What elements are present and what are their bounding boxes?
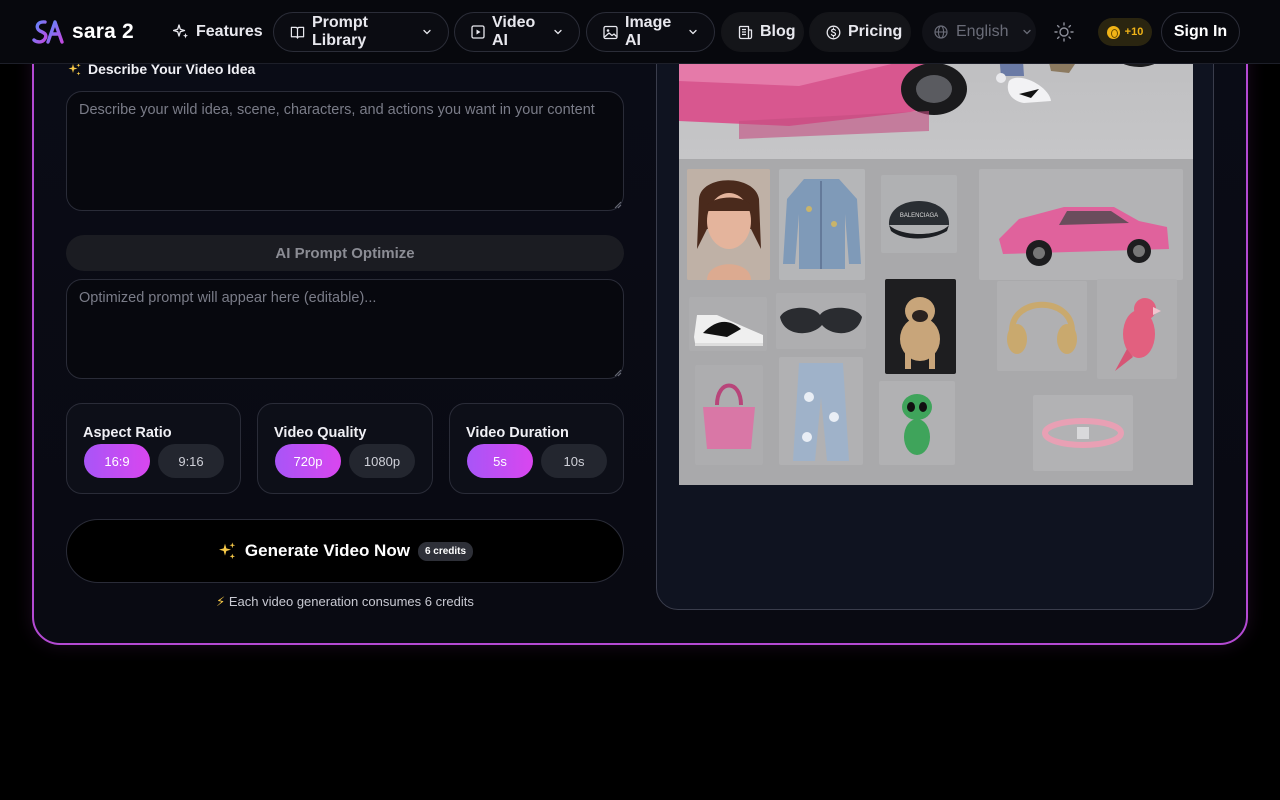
video-icon (471, 25, 485, 39)
nav-image-ai[interactable]: Image AI (586, 12, 715, 52)
book-icon (290, 26, 305, 39)
brand-logo[interactable]: sara 2 (32, 18, 134, 46)
chevron-down-icon (689, 29, 697, 35)
generate-credits-badge: 6 credits (417, 541, 474, 561)
video-duration-option-5s[interactable]: 5s (467, 444, 533, 478)
sparkle-icon (173, 24, 188, 39)
parrot-image (1097, 279, 1177, 379)
pet-collar-image (1033, 395, 1133, 471)
nav-blog[interactable]: Blog (721, 12, 804, 52)
top-nav-bar: sara 2 Features Prompt Library Video AI … (0, 0, 1280, 64)
optimized-prompt-input[interactable] (66, 279, 624, 379)
nav-prompt-library-label: Prompt Library (312, 14, 368, 49)
newspaper-icon (738, 25, 753, 39)
jeans-image (779, 357, 863, 465)
sneaker-image (689, 297, 767, 351)
credits-note: ⚡ Each video generation consumes 6 credi… (66, 594, 624, 610)
credits-note-text: Each video generation consumes 6 credits (228, 594, 474, 609)
language-label: English (956, 23, 1009, 40)
headphones-image (997, 281, 1087, 371)
generate-label: Generate Video Now (244, 541, 410, 560)
preview-image: BALENCIAGA (679, 0, 1193, 485)
credits-count: +10 (1124, 26, 1144, 38)
aspect-ratio-option-9-16[interactable]: 9:16 (158, 444, 224, 478)
preview-panel: BALENCIAGA (656, 0, 1214, 610)
nav-video-ai-label: Video AI (492, 14, 536, 49)
alien-toy-image (879, 381, 955, 465)
video-quality-option-1080p[interactable]: 1080p (349, 444, 415, 478)
chevron-down-icon (1023, 29, 1032, 35)
nav-pricing[interactable]: Pricing (809, 12, 911, 52)
nav-features[interactable]: Features (156, 12, 280, 52)
resize-handle-icon[interactable] (614, 369, 622, 377)
sign-in-label: Sign In (1173, 23, 1228, 40)
collage-grid: BALENCIAGA (679, 159, 1193, 485)
brand-name: sara 2 (72, 20, 134, 43)
nav-features-label: Features (196, 23, 263, 40)
credits-badge[interactable]: +10 (1098, 18, 1152, 46)
resize-handle-icon[interactable] (614, 201, 622, 209)
video-quality-title: Video Quality (274, 425, 367, 441)
nav-video-ai[interactable]: Video AI (454, 12, 580, 52)
dollar-circle-icon (826, 25, 841, 39)
aspect-ratio-title: Aspect Ratio (83, 425, 172, 441)
nav-pricing-label: Pricing (848, 23, 903, 40)
aspect-ratio-option-16-9[interactable]: 16:9 (84, 444, 150, 478)
svg-text:BALENCIAGA: BALENCIAGA (900, 213, 938, 219)
globe-icon (934, 25, 948, 39)
image-icon (603, 25, 618, 39)
lightning-icon: ⚡ (216, 594, 226, 609)
video-quality-card: Video Quality 720p 1080p (257, 403, 433, 494)
sunglasses-image (776, 293, 866, 349)
sun-icon[interactable] (1050, 18, 1078, 46)
denim-jacket-image (779, 169, 865, 280)
optimize-label: AI Prompt Optimize (275, 244, 415, 262)
sara-logo-icon (32, 20, 64, 44)
video-duration-title: Video Duration (466, 425, 569, 441)
pink-car-image (979, 169, 1183, 280)
baseball-cap-image: BALENCIAGA (881, 175, 957, 253)
video-quality-option-720p[interactable]: 720p (275, 444, 341, 478)
generate-video-button[interactable]: Generate Video Now 6 credits (66, 519, 624, 583)
chevron-down-icon (554, 29, 562, 35)
pug-image (885, 279, 956, 374)
ai-prompt-optimize-button[interactable]: AI Prompt Optimize (66, 235, 624, 271)
video-duration-option-10s[interactable]: 10s (541, 444, 607, 478)
sign-in-button[interactable]: Sign In (1161, 12, 1240, 52)
language-selector[interactable]: English (922, 12, 1036, 52)
portrait-image (687, 169, 770, 280)
video-idea-input[interactable] (66, 91, 624, 211)
aspect-ratio-card: Aspect Ratio 16:9 9:16 (66, 403, 241, 494)
handbag-image (695, 365, 763, 465)
nav-blog-label: Blog (760, 23, 796, 40)
coin-icon (1106, 25, 1120, 39)
sparkles-icon (218, 542, 236, 559)
nav-image-ai-label: Image AI (625, 14, 672, 49)
video-duration-card: Video Duration 5s 10s (449, 403, 624, 494)
nav-prompt-library[interactable]: Prompt Library (273, 12, 449, 52)
chevron-down-icon (423, 29, 431, 35)
